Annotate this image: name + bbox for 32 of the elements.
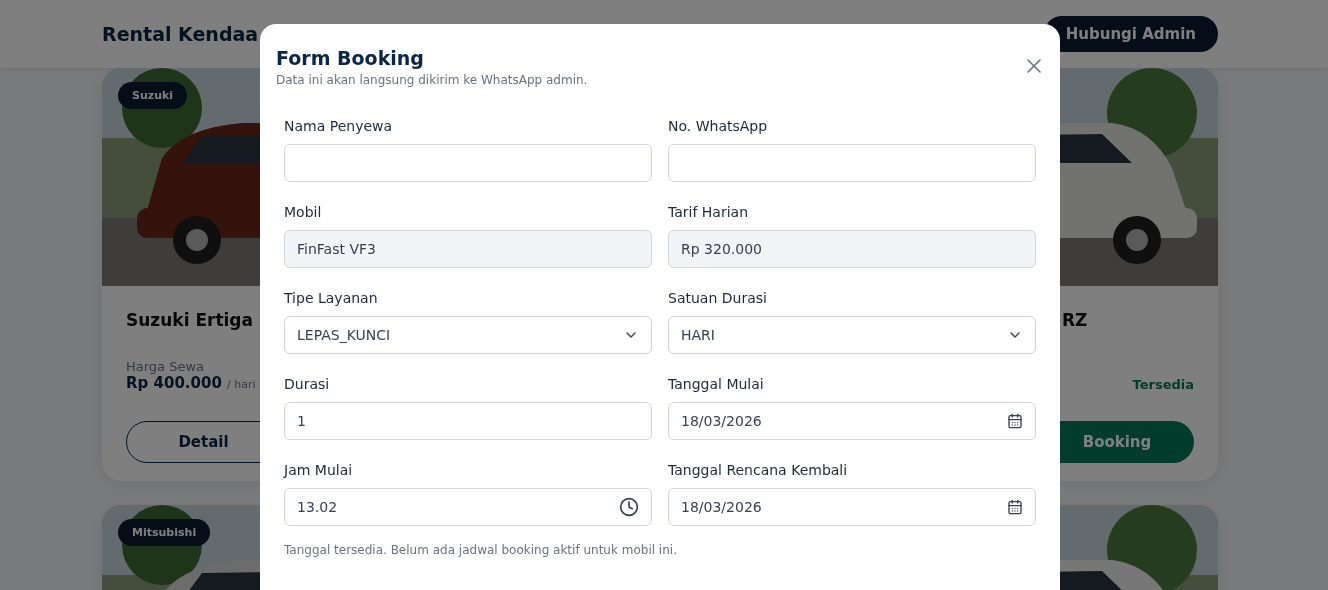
dialog-title: Form Booking xyxy=(276,46,424,71)
car-name: RZ xyxy=(1062,310,1088,330)
calendar-icon xyxy=(1007,413,1023,429)
field-label: Nama Penyewa xyxy=(284,117,394,136)
field-label: Jam Mulai xyxy=(284,461,354,480)
site-title: Rental Kendaa xyxy=(102,23,259,45)
field-label: Tanggal Rencana Kembali xyxy=(668,461,849,480)
input-field[interactable] xyxy=(284,144,652,182)
input-field[interactable] xyxy=(668,144,1036,182)
field-label: Durasi xyxy=(284,375,331,394)
field-label: Tanggal Mulai xyxy=(668,375,765,394)
input-field[interactable]: 18/03/2026 xyxy=(668,402,1036,440)
field-label: Tipe Layanan xyxy=(284,289,379,308)
clock-icon xyxy=(619,497,639,517)
field-label: No. WhatsApp xyxy=(668,117,769,136)
brand-badge: Mitsubishi xyxy=(118,519,211,546)
dialog-subtitle: Data ini akan langsung dikirim ke WhatsApp admin. xyxy=(276,72,589,88)
price: Rp 400.000 / hari xyxy=(126,374,256,392)
car-name: Suzuki Ertiga xyxy=(126,310,253,330)
availability-note: Tanggal tersedia. Belum ada jadwal booking aktif untuk mobil ini. xyxy=(283,543,678,557)
select-field[interactable]: HARI xyxy=(668,316,1036,354)
field-label: Tarif Harian xyxy=(668,203,750,222)
price-label: Harga Sewa xyxy=(126,359,206,374)
status-text: Tersedia xyxy=(1132,377,1194,392)
input-field[interactable]: 1 xyxy=(284,402,652,440)
calendar-icon xyxy=(1007,499,1023,515)
field-label: Mobil xyxy=(284,203,323,222)
input-field[interactable]: 13.02 xyxy=(284,488,652,526)
field-label: Satuan Durasi xyxy=(668,289,768,308)
input-field[interactable]: 18/03/2026 xyxy=(668,488,1036,526)
brand-badge: Suzuki xyxy=(118,82,188,109)
select-field[interactable]: LEPAS_KUNCI xyxy=(284,316,652,354)
